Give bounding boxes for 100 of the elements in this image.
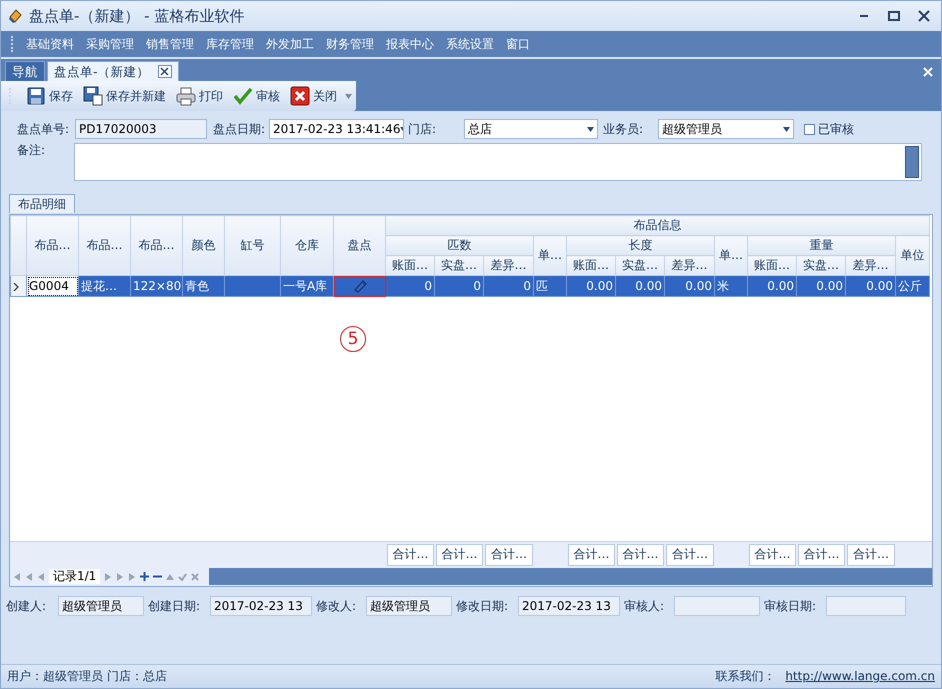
toolbar-button[interactable]: 保存 <box>24 85 75 107</box>
menu-item[interactable]: 库存管理 <box>200 34 260 54</box>
column-header[interactable]: 差异… <box>846 256 896 276</box>
dropdown-field[interactable]: 超级管理员 <box>658 119 794 139</box>
column-header[interactable]: 仓库 <box>280 216 334 276</box>
column-header[interactable]: 账面… <box>386 256 434 276</box>
text-area[interactable] <box>74 143 922 181</box>
input-field[interactable] <box>674 596 760 616</box>
table-cell[interactable]: G0004 <box>26 276 78 296</box>
input-field[interactable]: 超级管理员 <box>366 596 452 616</box>
minimize-icon <box>860 15 868 17</box>
section-tab[interactable]: 布品明细 <box>9 194 75 213</box>
field-label: 创建日期: <box>148 598 202 614</box>
table-cell[interactable]: 0 <box>386 276 434 296</box>
menu-item[interactable]: 基础资料 <box>20 34 80 54</box>
menu-item[interactable]: 采购管理 <box>80 34 140 54</box>
toolbar-button[interactable]: 关闭 <box>288 85 339 107</box>
column-header[interactable]: 布品… <box>26 216 78 276</box>
toolbar-button[interactable]: 保存并新建 <box>81 85 168 107</box>
column-header[interactable]: 差异… <box>484 256 534 276</box>
summary-button[interactable]: 合计… <box>387 544 434 566</box>
table-cell[interactable]: 0.00 <box>664 276 714 296</box>
document-tab[interactable]: 导航 <box>5 61 45 81</box>
summary-button[interactable]: 合计… <box>798 544 845 566</box>
table-cell[interactable]: 公斤 <box>896 276 930 296</box>
table-cell[interactable]: 匹 <box>534 276 566 296</box>
toolbar-button[interactable]: 审核 <box>231 85 282 107</box>
field-label: 已审核 <box>818 122 854 136</box>
column-header[interactable]: 账面… <box>748 256 796 276</box>
toolbar-button[interactable]: 打印 <box>174 85 225 107</box>
summary-button[interactable]: 合计… <box>847 544 895 566</box>
dropdown-arrow-icon <box>587 126 594 132</box>
table-cell[interactable] <box>334 276 386 296</box>
menu-item[interactable]: 报表中心 <box>380 34 440 54</box>
table-cell[interactable]: 青色 <box>182 276 224 296</box>
menu-item[interactable]: 销售管理 <box>140 34 200 54</box>
input-field[interactable]: PD17020003 <box>75 119 207 139</box>
summary-button[interactable]: 合计… <box>436 544 483 566</box>
column-header[interactable]: 长度 <box>566 236 714 256</box>
column-header[interactable]: 差异… <box>664 256 714 276</box>
cross-icon[interactable] <box>191 572 200 580</box>
summary-button[interactable]: 合计… <box>617 544 664 566</box>
column-header[interactable]: 盘点 <box>334 216 386 276</box>
column-header[interactable]: 布品… <box>130 216 182 276</box>
menu-item[interactable]: 窗口 <box>500 34 536 54</box>
field-label: 修改日期: <box>456 598 510 614</box>
document-tab[interactable]: 盘点单-（新建） <box>47 61 179 81</box>
up-arrow-icon[interactable] <box>166 574 174 580</box>
column-header[interactable]: 缸号 <box>224 216 280 276</box>
summary-button[interactable]: 合计… <box>568 544 615 566</box>
input-field[interactable]: 2017-02-23 13 <box>210 596 312 616</box>
website-link[interactable]: http://www.lange.com.cn <box>785 669 935 684</box>
table-cell[interactable]: 0 <box>484 276 534 296</box>
column-header[interactable]: 实盘… <box>434 256 484 276</box>
column-header[interactable]: 布品… <box>78 216 130 276</box>
column-header[interactable]: 颜色 <box>182 216 224 276</box>
table-cell[interactable]: 0.00 <box>566 276 616 296</box>
tab-close-button[interactable] <box>158 65 172 78</box>
input-field[interactable]: 超级管理员 <box>58 596 144 616</box>
column-header[interactable]: 单… <box>534 236 566 276</box>
record-counter: 记录1/1 <box>49 569 100 584</box>
column-header[interactable]: 账面… <box>566 256 616 276</box>
field-label: 盘点单号: <box>17 122 70 136</box>
table-cell[interactable]: 0 <box>434 276 484 296</box>
menu-item[interactable]: 系统设置 <box>440 34 500 54</box>
floppy-disk-page-icon <box>83 86 103 106</box>
menu-item[interactable]: 外发加工 <box>260 34 320 54</box>
dropdown-field[interactable]: 总店 <box>464 119 598 139</box>
close-icon[interactable] <box>923 67 933 77</box>
column-header[interactable]: 单… <box>714 236 748 276</box>
dropdown-arrow-icon[interactable] <box>345 94 352 98</box>
field-label: 业务员: <box>603 122 644 136</box>
table-cell[interactable]: 0.00 <box>846 276 896 296</box>
table-cell[interactable]: 提花… <box>78 276 130 296</box>
plus-icon[interactable] <box>140 572 150 581</box>
column-header[interactable]: 重量 <box>748 236 896 256</box>
status-text: 用户：超级管理员 门店：总店 <box>7 669 167 684</box>
field-label: 门店: <box>408 122 438 136</box>
summary-button[interactable]: 合计… <box>666 544 714 566</box>
column-header[interactable]: 匹数 <box>386 236 534 256</box>
table-cell[interactable]: 122×80 <box>130 276 182 296</box>
table-cell[interactable]: 一号A库 <box>280 276 334 296</box>
date-picker[interactable]: 2017-02-23 13:41:46 <box>269 119 404 139</box>
input-field[interactable] <box>826 596 906 616</box>
scrollbar[interactable] <box>905 146 919 178</box>
column-header[interactable]: 布品信息 <box>386 216 930 236</box>
column-header[interactable]: 单位 <box>896 236 930 276</box>
table-cell[interactable]: 0.00 <box>748 276 796 296</box>
table-cell[interactable]: 米 <box>714 276 748 296</box>
column-header[interactable]: 实盘… <box>796 256 846 276</box>
checkbox[interactable] <box>804 124 815 134</box>
menu-item[interactable]: 财务管理 <box>320 34 380 54</box>
column-header[interactable]: 实盘… <box>616 256 664 276</box>
table-cell[interactable]: 0.00 <box>796 276 846 296</box>
checkmark-icon[interactable] <box>178 572 188 580</box>
summary-button[interactable]: 合计… <box>749 544 796 566</box>
summary-button[interactable]: 合计… <box>485 544 533 566</box>
input-field[interactable]: 2017-02-23 13 <box>518 596 620 616</box>
horizontal-scrollbar[interactable] <box>209 568 932 585</box>
table-cell[interactable]: 0.00 <box>616 276 664 296</box>
